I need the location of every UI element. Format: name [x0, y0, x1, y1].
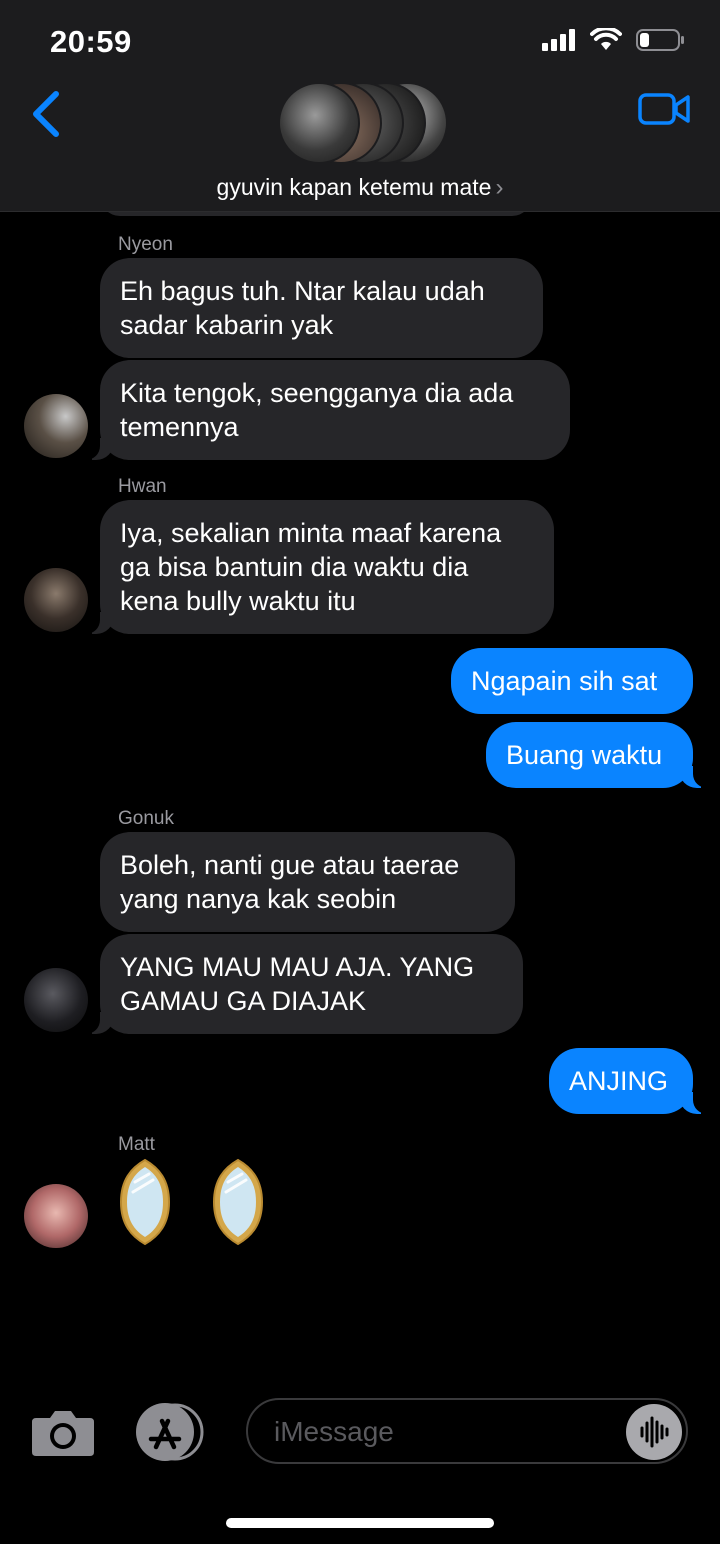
sender-name: Hwan [118, 476, 167, 497]
group-title-text: gyuvin kapan ketemu mate [216, 174, 492, 200]
group-title[interactable]: gyuvin kapan ketemu mate › [0, 174, 720, 202]
message-bubble[interactable]: Boleh, nanti gue atau taerae yang nanya … [100, 832, 515, 932]
outgoing-message-bubble[interactable]: ANJING [549, 1048, 715, 1114]
sender-name: Matt [118, 1134, 155, 1155]
app-store-icon[interactable] [134, 1403, 208, 1461]
audio-waveform-icon [640, 1416, 669, 1448]
wifi-icon [590, 28, 622, 50]
group-avatars[interactable] [278, 82, 448, 166]
back-chevron-icon[interactable] [28, 90, 68, 138]
message-input[interactable]: iMessage [246, 1398, 688, 1464]
message-bubble[interactable]: Eh bagus tuh. Ntar kalau udah sadar kaba… [100, 258, 543, 358]
sender-name: Nyeon [118, 234, 173, 255]
battery-icon [636, 29, 684, 51]
outgoing-message-bubble[interactable]: Ngapain sih sat [451, 648, 693, 714]
sender-avatar[interactable] [24, 968, 88, 1032]
sender-name: Gonuk [118, 808, 174, 829]
sender-avatar[interactable] [24, 1184, 88, 1248]
status-time: 20:59 [50, 24, 132, 59]
message-input-placeholder: iMessage [274, 1416, 394, 1447]
chevron-right-icon: › [495, 174, 504, 201]
video-camera-icon[interactable] [638, 92, 690, 126]
audio-message-button[interactable] [626, 1404, 682, 1460]
cellular-signal-icon [542, 29, 575, 51]
camera-icon[interactable] [30, 1408, 96, 1458]
message-bubble[interactable]: Iya, sekalian minta maaf karena ga bisa … [78, 500, 554, 634]
member-avatar [278, 82, 360, 164]
mirror-emoji-icon [212, 1158, 264, 1246]
outgoing-message-bubble[interactable]: Buang waktu [486, 722, 715, 788]
sender-avatar[interactable] [24, 568, 88, 632]
sender-avatar[interactable] [24, 394, 88, 458]
message-bubble[interactable]: Kita tengok, seengganya dia ada temennya [78, 360, 570, 460]
conversation-header: 20:59 gyuvin kapan ketemu mate › [0, 0, 720, 212]
status-icons [542, 28, 686, 52]
message-bubble[interactable]: YANG MAU MAU AJA. YANG GAMAU GA DIAJAK [78, 934, 523, 1034]
home-indicator [226, 1518, 494, 1528]
mirror-emoji-icon [119, 1158, 171, 1246]
